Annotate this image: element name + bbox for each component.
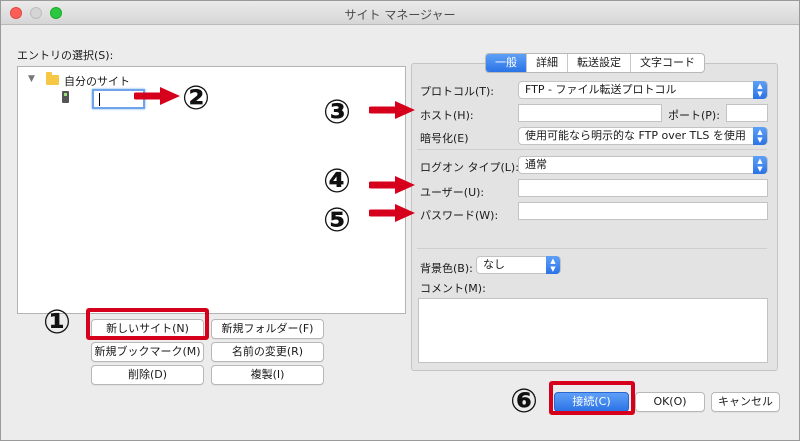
tree-disclosure-icon[interactable]: ▼ <box>28 74 35 84</box>
encryption-select[interactable]: 使用可能なら明示的な FTP over TLS を使用 ▲ ▼ <box>518 127 768 145</box>
bgcolor-select[interactable]: なし ▲ ▼ <box>476 256 561 274</box>
user-label: ユーザー(U): <box>420 186 485 199</box>
folder-icon <box>46 72 59 85</box>
port-label: ポート(P): <box>668 109 720 122</box>
tab-general[interactable]: 一般 <box>486 54 527 72</box>
logon-type-value: 通常 <box>525 158 547 171</box>
tab-advanced[interactable]: 詳細 <box>527 54 568 72</box>
connect-highlight <box>549 381 635 415</box>
delete-button[interactable]: 削除(D) <box>91 365 204 385</box>
site-manager-window: サイト マネージャー エントリの選択(S): ▼ 自分のサイト 新しいサイト(N… <box>0 0 800 441</box>
select-chevron-icon: ▲ ▼ <box>753 156 767 174</box>
tab-transfer-settings[interactable]: 転送設定 <box>568 54 631 72</box>
server-icon <box>62 91 69 103</box>
arrow-icon <box>134 87 180 105</box>
step-number-3: ③ <box>323 92 351 131</box>
tree-root-my-sites[interactable]: 自分のサイト <box>64 73 130 89</box>
arrow-icon <box>369 176 415 194</box>
tab-charset[interactable]: 文字コード <box>631 54 704 72</box>
new-folder-button[interactable]: 新規フォルダー(F) <box>211 319 324 339</box>
new-site-highlight <box>86 308 209 340</box>
text-caret <box>99 93 100 106</box>
comment-label: コメント(M): <box>420 282 486 295</box>
port-input[interactable] <box>726 104 768 122</box>
logon-type-select[interactable]: 通常 ▲ ▼ <box>518 156 768 174</box>
step-number-4: ④ <box>323 161 351 200</box>
host-label: ホスト(H): <box>420 109 474 122</box>
arrow-icon <box>369 204 415 222</box>
bgcolor-value: なし <box>483 258 505 271</box>
user-input[interactable] <box>518 179 768 197</box>
divider <box>417 149 767 150</box>
protocol-select[interactable]: FTP - ファイル転送プロトコル ▲ ▼ <box>518 81 768 99</box>
rename-button[interactable]: 名前の変更(R) <box>211 342 324 362</box>
logon-type-label: ログオン タイプ(L): <box>420 161 519 174</box>
select-chevron-icon: ▲ ▼ <box>753 127 767 145</box>
arrow-icon <box>369 101 415 119</box>
comment-textarea[interactable] <box>418 298 768 363</box>
title-bar: サイト マネージャー <box>1 1 799 25</box>
new-bookmark-button[interactable]: 新規ブックマーク(M) <box>91 342 204 362</box>
encryption-label: 暗号化(E) <box>420 132 469 145</box>
step-number-1: ① <box>43 302 71 341</box>
step-number-6: ⑥ <box>510 381 538 420</box>
divider <box>417 248 767 249</box>
cancel-button[interactable]: キャンセル <box>711 392 780 412</box>
step-number-2: ② <box>182 78 210 117</box>
entries-label: エントリの選択(S): <box>17 49 114 62</box>
encryption-value: 使用可能なら明示的な FTP over TLS を使用 <box>525 129 746 142</box>
window-title: サイト マネージャー <box>344 8 456 22</box>
settings-tabs: 一般 詳細 転送設定 文字コード <box>485 53 705 73</box>
duplicate-button[interactable]: 複製(I) <box>211 365 324 385</box>
protocol-label: プロトコル(T): <box>420 85 495 98</box>
password-input[interactable] <box>518 202 768 220</box>
ok-button[interactable]: OK(O) <box>635 392 705 412</box>
bgcolor-label: 背景色(B): <box>420 262 473 275</box>
host-input[interactable] <box>518 104 662 122</box>
step-number-5: ⑤ <box>323 200 351 239</box>
protocol-value: FTP - ファイル転送プロトコル <box>525 83 677 96</box>
select-chevron-icon: ▲ ▼ <box>753 81 767 99</box>
select-chevron-icon: ▲ ▼ <box>546 256 560 274</box>
password-label: パスワード(W): <box>420 209 499 222</box>
